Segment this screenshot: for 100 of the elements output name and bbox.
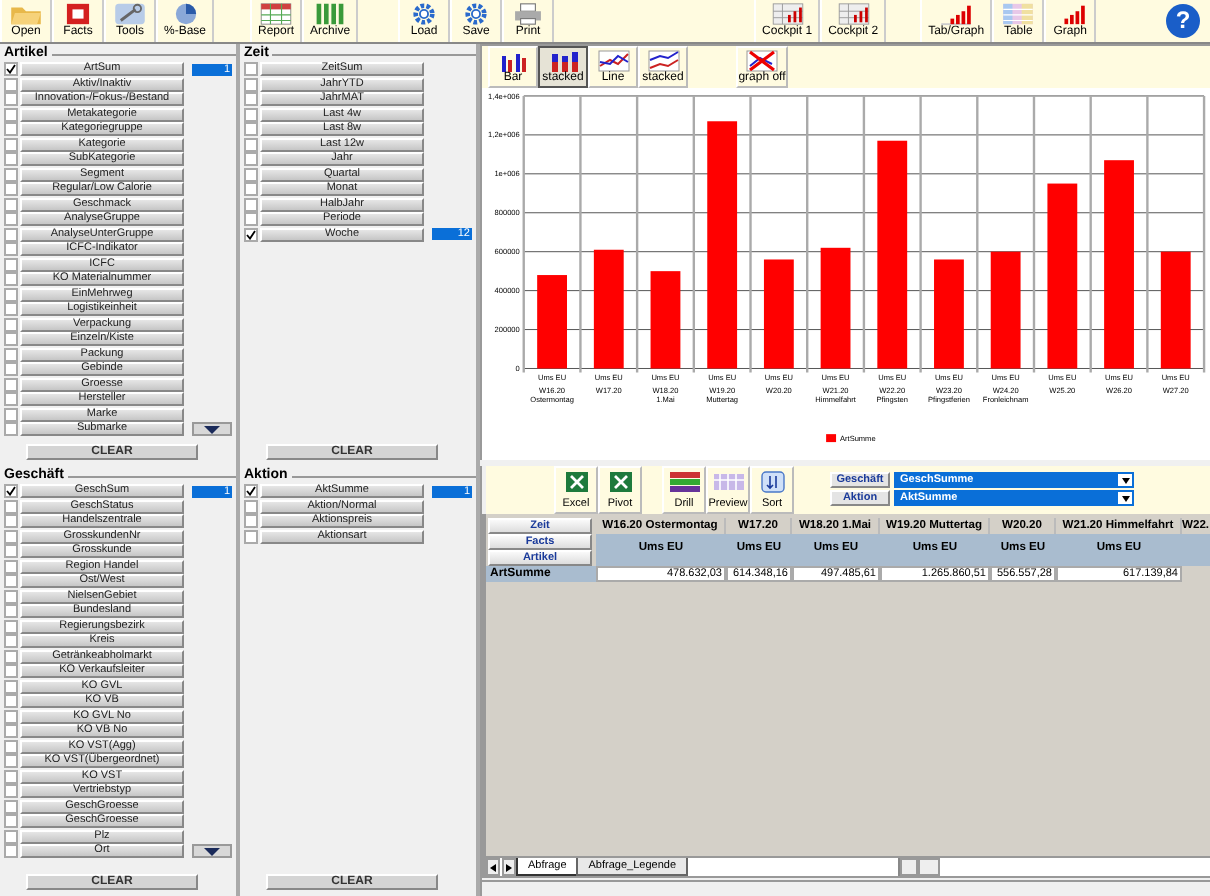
checkbox[interactable] <box>244 212 258 227</box>
checkbox[interactable] <box>4 754 18 769</box>
checkbox[interactable] <box>244 107 258 122</box>
checkbox[interactable] <box>4 739 18 754</box>
checkbox[interactable] <box>4 317 18 332</box>
bar-chart-icon <box>497 50 529 72</box>
bar <box>934 259 964 369</box>
checkbox[interactable] <box>4 332 18 347</box>
checkbox[interactable] <box>4 574 18 589</box>
printer-icon <box>510 2 547 26</box>
checkbox[interactable] <box>4 92 18 107</box>
checkbox[interactable] <box>4 227 18 242</box>
columns-icon <box>312 2 349 26</box>
checkbox[interactable] <box>4 77 18 92</box>
checkbox[interactable] <box>4 347 18 362</box>
checkbox[interactable] <box>244 122 258 137</box>
checkbox[interactable] <box>4 197 18 212</box>
checkbox[interactable] <box>4 62 18 77</box>
checkbox[interactable] <box>4 272 18 287</box>
help-button[interactable]: ? <box>1166 4 1200 38</box>
down-triangle-icon <box>204 847 220 856</box>
checkbox[interactable] <box>244 62 258 77</box>
checkbox[interactable] <box>244 197 258 212</box>
checkbox[interactable] <box>244 152 258 167</box>
checkbox[interactable] <box>4 709 18 724</box>
checkbox[interactable] <box>4 257 18 272</box>
folder-icon <box>8 2 44 26</box>
checkbox[interactable] <box>4 619 18 634</box>
checkbox[interactable] <box>4 302 18 317</box>
bar <box>990 251 1021 369</box>
checkbox[interactable] <box>4 212 18 227</box>
checkbox[interactable] <box>4 784 18 799</box>
checkbox[interactable] <box>4 679 18 694</box>
checkbox[interactable] <box>4 649 18 664</box>
bar <box>1160 251 1191 369</box>
checkbox[interactable] <box>4 829 18 844</box>
checkbox[interactable] <box>4 107 18 122</box>
checkbox[interactable] <box>4 544 18 559</box>
checkbox[interactable] <box>244 227 258 242</box>
dropdown-arrow-icon <box>1121 495 1129 501</box>
left-triangle-icon <box>490 863 496 871</box>
bar <box>537 275 567 369</box>
checkbox[interactable] <box>4 242 18 257</box>
checkbox[interactable] <box>4 407 18 422</box>
scroll-down-button[interactable] <box>192 844 232 859</box>
checkbox[interactable] <box>244 167 258 182</box>
checkbox[interactable] <box>4 514 18 529</box>
wrench-icon <box>112 2 148 26</box>
checkbox[interactable] <box>244 137 258 152</box>
line-chart-icon <box>597 50 629 72</box>
layers-icon <box>667 470 701 494</box>
chart-grid-icon <box>835 2 872 26</box>
down-triangle-icon <box>204 425 220 434</box>
checkbox[interactable] <box>4 499 18 514</box>
checkbox[interactable] <box>4 724 18 739</box>
checkbox[interactable] <box>4 799 18 814</box>
checkbox[interactable] <box>4 694 18 709</box>
checkbox[interactable] <box>4 362 18 377</box>
stacked-bar-icon <box>547 50 579 72</box>
checkbox[interactable] <box>4 664 18 679</box>
bar <box>763 259 794 369</box>
tab-nav-button[interactable] <box>502 858 516 876</box>
table-icon <box>1000 2 1037 26</box>
scroll-down-button[interactable] <box>192 422 232 437</box>
sort-icon <box>755 470 789 494</box>
checkbox[interactable] <box>4 137 18 152</box>
table-icon <box>711 470 745 494</box>
checkbox[interactable] <box>4 634 18 649</box>
checkbox[interactable] <box>244 92 258 107</box>
checkbox[interactable] <box>4 604 18 619</box>
checkbox[interactable] <box>4 122 18 137</box>
bar <box>820 247 851 369</box>
checkbox[interactable] <box>4 167 18 182</box>
checkbox[interactable] <box>4 769 18 784</box>
checkbox[interactable] <box>4 422 18 437</box>
checkbox[interactable] <box>4 529 18 544</box>
tab-nav-button[interactable] <box>486 858 500 876</box>
checkbox[interactable] <box>4 484 18 499</box>
right-triangle-icon <box>506 863 512 871</box>
bar <box>593 249 624 369</box>
checkbox[interactable] <box>244 514 258 529</box>
checkbox[interactable] <box>4 589 18 604</box>
checkbox[interactable] <box>4 377 18 392</box>
chart-grid-icon <box>769 2 806 26</box>
checkbox[interactable] <box>4 844 18 859</box>
checkbox[interactable] <box>244 529 258 544</box>
checkbox[interactable] <box>4 392 18 407</box>
table-cell <box>1182 534 1210 566</box>
checkbox[interactable] <box>244 484 258 499</box>
checkbox[interactable] <box>4 559 18 574</box>
dropdown-arrow-icon <box>1121 477 1129 483</box>
checkbox[interactable] <box>4 182 18 197</box>
checkbox[interactable] <box>244 77 258 92</box>
bar-chart-icon <box>938 2 975 26</box>
checkbox[interactable] <box>4 814 18 829</box>
checkbox[interactable] <box>4 152 18 167</box>
bar <box>650 271 681 369</box>
checkbox[interactable] <box>244 182 258 197</box>
checkbox[interactable] <box>4 287 18 302</box>
checkbox[interactable] <box>244 499 258 514</box>
